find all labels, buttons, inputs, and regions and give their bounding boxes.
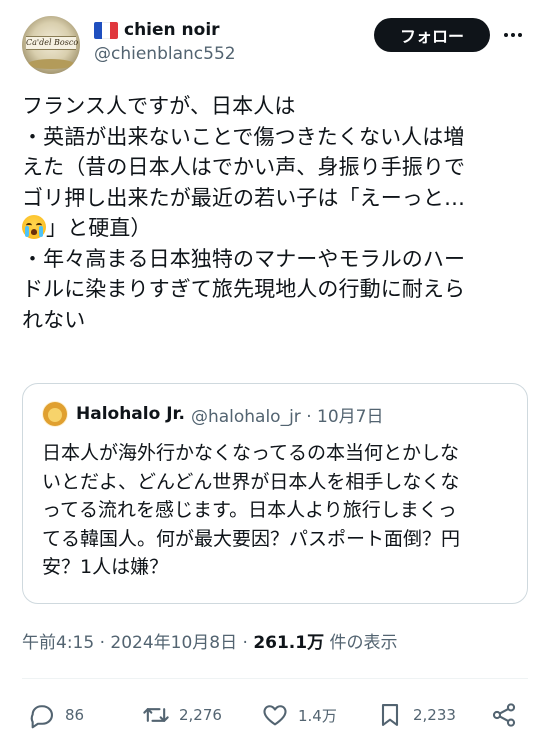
quoted-line: てる韓国人。何が最大要因？パスポート面倒？円 xyxy=(42,527,461,550)
bookmark-button[interactable]: 2,233 xyxy=(376,700,456,730)
avatar[interactable]: Ca'del Bosco xyxy=(22,16,80,74)
share-icon xyxy=(492,703,516,727)
action-bar: 86 2,276 1.4万 2,233 xyxy=(28,700,528,730)
reply-button[interactable]: 86 xyxy=(28,700,84,730)
view-count-suffix: 件の表示 xyxy=(324,633,398,653)
quoted-tweet-header: Halohalo Jr. @halohalo_jr · 10月7日 xyxy=(42,401,384,427)
quoted-avatar xyxy=(42,401,68,427)
tweet-line: ゴリ押し出来たが最近の若い子は「えーっと… xyxy=(22,185,466,210)
share-button[interactable] xyxy=(490,700,518,730)
quoted-tweet-text: 日本人が海外行かなくなってるの本当何とかしな いとだよ、どんどん世界が日本人を相… xyxy=(42,439,512,582)
tweet-line: フランス人ですが、日本人は xyxy=(22,94,296,118)
timestamp[interactable]: 午前4:15 · 2024年10月8日 · xyxy=(22,633,253,653)
bookmark-icon xyxy=(381,704,399,726)
tweet-line: ・年々高まる日本独特のマナーやモラルのハー xyxy=(22,246,466,271)
tweet-text: フランス人ですが、日本人は ・英語が出来ないことで傷つきたくない人は増 えた（昔… xyxy=(22,91,534,335)
quoted-handle-date: @halohalo_jr · 10月7日 xyxy=(190,406,384,427)
bookmark-count: 2,233 xyxy=(413,706,456,724)
tweet-line-with-emoji: 」と硬直） xyxy=(22,213,534,244)
quoted-line: ってる流れを感じます。日本人より旅行しまくっ xyxy=(42,499,457,521)
tweet-line: ・英語が出来ないことで傷つきたくない人は増 xyxy=(22,124,465,149)
tweet-line: ドルに染まりすぎて旅先現地人の行動に耐えら xyxy=(22,277,466,301)
quoted-display-name: Halohalo Jr. xyxy=(76,404,185,424)
tweet-line: れない xyxy=(22,307,86,332)
like-button[interactable]: 1.4万 xyxy=(261,700,337,730)
quoted-tweet[interactable]: Halohalo Jr. @halohalo_jr · 10月7日 日本人が海外… xyxy=(22,383,528,604)
author-display-name[interactable]: chien noir xyxy=(124,20,220,40)
tweet-meta: 午前4:15 · 2024年10月8日 · 261.1万 件の表示 xyxy=(22,628,398,653)
tweet-header: Ca'del Bosco chien noir @chienblanc552 フ… xyxy=(22,14,532,76)
heart-icon xyxy=(263,705,287,726)
repost-icon xyxy=(143,708,169,722)
name-row: chien noir xyxy=(94,18,236,42)
avatar-rim xyxy=(28,59,74,69)
repost-count: 2,276 xyxy=(179,706,222,724)
quoted-line: 安？1人は嫌？ xyxy=(42,556,169,578)
reply-count: 86 xyxy=(65,706,85,724)
author-handle[interactable]: @chienblanc552 xyxy=(94,44,236,64)
like-count: 1.4万 xyxy=(298,706,337,725)
tweet-line: えた（昔の日本人はでかい声、身振り手振りで xyxy=(22,155,466,179)
avatar-label: Ca'del Bosco xyxy=(26,36,78,50)
crying-face-emoji xyxy=(22,215,46,239)
repost-button[interactable]: 2,276 xyxy=(142,700,222,730)
more-options-icon[interactable] xyxy=(496,18,530,52)
tweet-line: 」と硬直） xyxy=(46,216,152,240)
france-flag-icon xyxy=(94,21,118,39)
author-names: chien noir @chienblanc552 xyxy=(94,18,236,64)
divider xyxy=(22,678,528,679)
quoted-line: いとだよ、どんどん世界が日本人を相手しなくな xyxy=(42,470,460,493)
reply-icon xyxy=(30,705,53,729)
view-count: 261.1万 xyxy=(253,633,325,653)
follow-button[interactable]: フォロー xyxy=(374,18,490,52)
quoted-line: 日本人が海外行かなくなってるの本当何とかしな xyxy=(42,442,460,464)
